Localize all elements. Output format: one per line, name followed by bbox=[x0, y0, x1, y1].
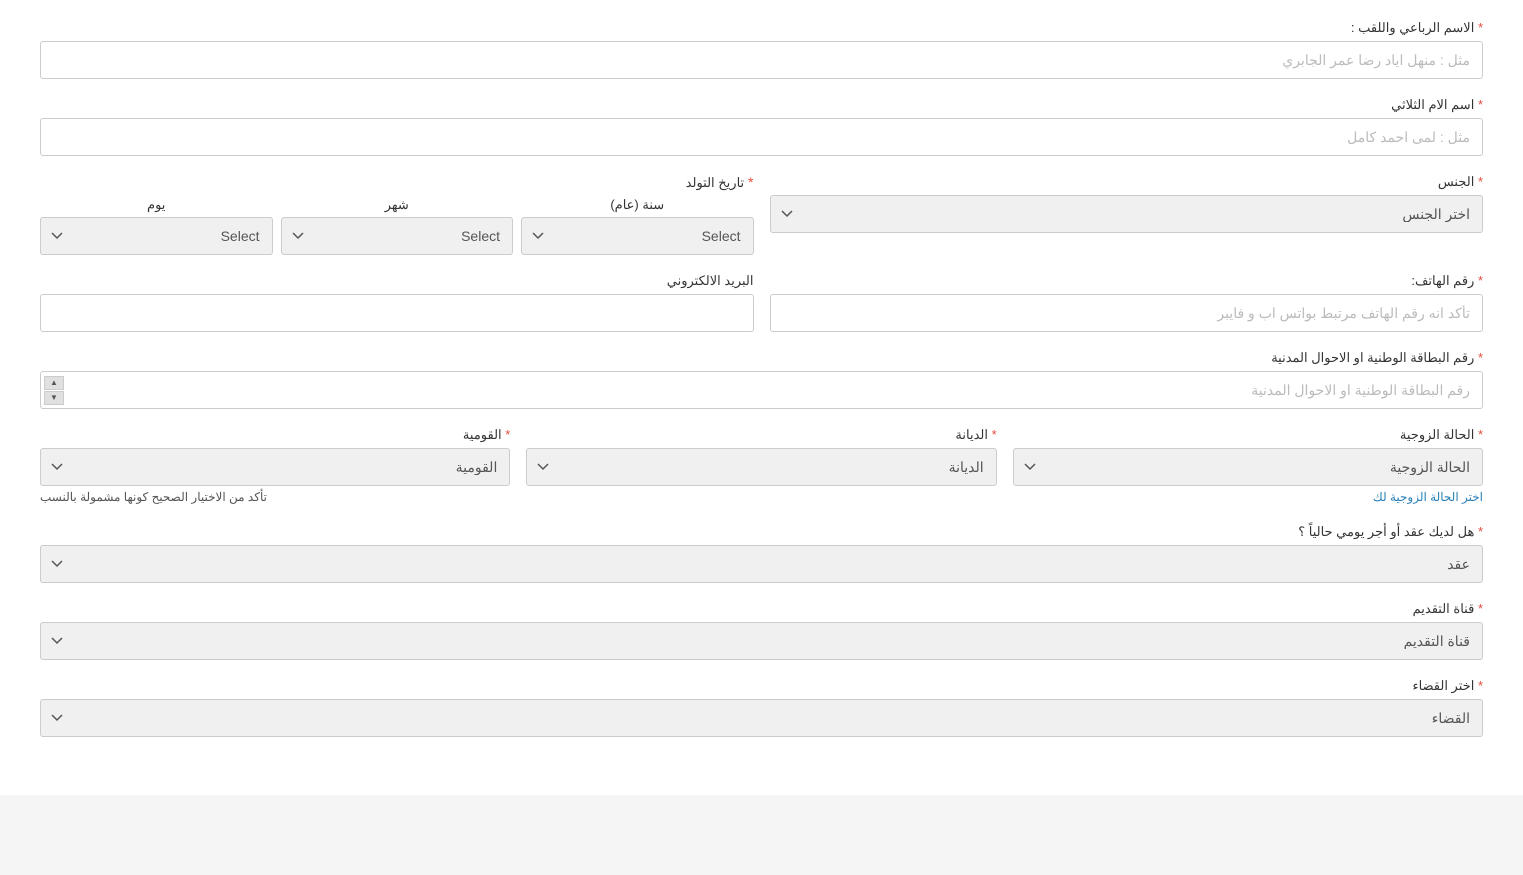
phone-email-row: * رقم الهاتف: البريد الالكتروني bbox=[40, 273, 1483, 332]
phone-block: * رقم الهاتف: bbox=[770, 273, 1484, 332]
judiciary-group: * اختر القضاء القضاء bbox=[40, 678, 1483, 737]
marital-label-text: الحالة الزوجية bbox=[1400, 427, 1474, 442]
birth-date-label: تاريخ التولد bbox=[686, 175, 744, 190]
required-star-mother: * bbox=[1478, 97, 1483, 112]
id-input-wrapper: ▲ ▼ bbox=[40, 371, 1483, 409]
email-label-text: البريد الالكتروني bbox=[667, 273, 754, 288]
marital-hint-link[interactable]: اختر الحالة الزوجية لك bbox=[1373, 490, 1483, 510]
nationality-block: * القومية القومية bbox=[40, 427, 510, 486]
month-label: شهر bbox=[281, 197, 514, 213]
full-name-label-text: الاسم الرباعي واللقب : bbox=[1351, 20, 1474, 35]
email-label: البريد الالكتروني bbox=[40, 273, 754, 289]
full-name-label: * الاسم الرباعي واللقب : bbox=[40, 20, 1483, 36]
full-name-group: * الاسم الرباعي واللقب : bbox=[40, 20, 1483, 79]
religion-label-text: الديانة bbox=[955, 427, 988, 442]
year-select[interactable]: Select bbox=[521, 217, 754, 255]
spinner-up[interactable]: ▲ bbox=[44, 376, 64, 390]
id-spinner[interactable]: ▲ ▼ bbox=[44, 376, 64, 405]
birth-dropdowns: يوم Select شهر Select سنة (عام) Sel bbox=[40, 197, 754, 255]
contract-group: * هل لديك عقد أو أجر يومي حالياً ؟ عقد bbox=[40, 524, 1483, 583]
required-star: * bbox=[1478, 20, 1483, 35]
gender-label: * الجنس bbox=[770, 174, 1484, 190]
mother-name-group: * اسم الام الثلاثي bbox=[40, 97, 1483, 156]
nationality-label-text: القومية bbox=[463, 427, 502, 442]
contract-select[interactable]: عقد bbox=[40, 545, 1483, 583]
birthdate-block: * تاريخ التولد يوم Select شهر Select bbox=[40, 174, 754, 255]
gender-birth-row: * الجنس اختر الجنس ذكر انثى * تاريخ التو… bbox=[40, 174, 1483, 255]
gender-block: * الجنس اختر الجنس ذكر انثى bbox=[770, 174, 1484, 233]
gender-label-text: الجنس bbox=[1438, 174, 1474, 189]
nationality-hint: تأكد من الاختيار الصحيح كونها مشمولة بال… bbox=[40, 490, 267, 504]
hints-row: اختر الحالة الزوجية لك تأكد من الاختيار … bbox=[40, 490, 1483, 510]
email-input[interactable] bbox=[40, 294, 754, 332]
marital-status-select[interactable]: الحالة الزوجية bbox=[1013, 448, 1483, 486]
mother-name-input[interactable] bbox=[40, 118, 1483, 156]
full-name-input[interactable] bbox=[40, 41, 1483, 79]
submission-channel-select[interactable]: قناة التقديم bbox=[40, 622, 1483, 660]
contract-label-text: هل لديك عقد أو أجر يومي حالياً ؟ bbox=[1298, 524, 1474, 539]
contract-label: * هل لديك عقد أو أجر يومي حالياً ؟ bbox=[40, 524, 1483, 540]
national-id-label: * رقم البطاقة الوطنية او الاحوال المدنية bbox=[40, 350, 1483, 366]
national-id-label-text: رقم البطاقة الوطنية او الاحوال المدنية bbox=[1271, 350, 1474, 365]
mother-name-label: * اسم الام الثلاثي bbox=[40, 97, 1483, 113]
email-block: البريد الالكتروني bbox=[40, 273, 754, 332]
nationality-select[interactable]: القومية bbox=[40, 448, 510, 486]
religion-label: * الديانة bbox=[526, 427, 996, 443]
religion-block: * الديانة الديانة bbox=[526, 427, 996, 486]
birth-year-item: سنة (عام) Select bbox=[521, 197, 754, 255]
marital-label: * الحالة الزوجية bbox=[1013, 427, 1483, 443]
marital-status-block: * الحالة الزوجية الحالة الزوجية bbox=[1013, 427, 1483, 486]
month-select[interactable]: Select bbox=[281, 217, 514, 255]
spinner-down[interactable]: ▼ bbox=[44, 391, 64, 405]
gender-select[interactable]: اختر الجنس ذكر انثى bbox=[770, 195, 1484, 233]
three-dropdown-labels-row: * الحالة الزوجية الحالة الزوجية * الديان… bbox=[40, 427, 1483, 486]
judiciary-select[interactable]: القضاء bbox=[40, 699, 1483, 737]
phone-label-text: رقم الهاتف: bbox=[1411, 273, 1474, 288]
national-id-input[interactable] bbox=[40, 371, 1483, 409]
three-dropdowns-row: * الحالة الزوجية الحالة الزوجية * الديان… bbox=[40, 427, 1483, 486]
religion-select[interactable]: الديانة bbox=[526, 448, 996, 486]
national-id-block: * رقم البطاقة الوطنية او الاحوال المدنية… bbox=[40, 350, 1483, 409]
birth-month-item: شهر Select bbox=[281, 197, 514, 255]
birth-day-item: يوم Select bbox=[40, 197, 273, 255]
form-container: * الاسم الرباعي واللقب : * اسم الام الثل… bbox=[0, 0, 1523, 795]
submission-channel-label: * قناة التقديم bbox=[40, 601, 1483, 617]
judiciary-label-text: اختر القضاء bbox=[1412, 678, 1474, 693]
day-label: يوم bbox=[40, 197, 273, 213]
nationality-label: * القومية bbox=[40, 427, 510, 443]
phone-input[interactable] bbox=[770, 294, 1484, 332]
mother-name-label-text: اسم الام الثلاثي bbox=[1391, 97, 1474, 112]
submission-channel-label-text: قناة التقديم bbox=[1413, 601, 1475, 616]
phone-label: * رقم الهاتف: bbox=[770, 273, 1484, 289]
judiciary-label: * اختر القضاء bbox=[40, 678, 1483, 694]
day-select[interactable]: Select bbox=[40, 217, 273, 255]
submission-channel-group: * قناة التقديم قناة التقديم bbox=[40, 601, 1483, 660]
year-label: سنة (عام) bbox=[521, 197, 754, 213]
